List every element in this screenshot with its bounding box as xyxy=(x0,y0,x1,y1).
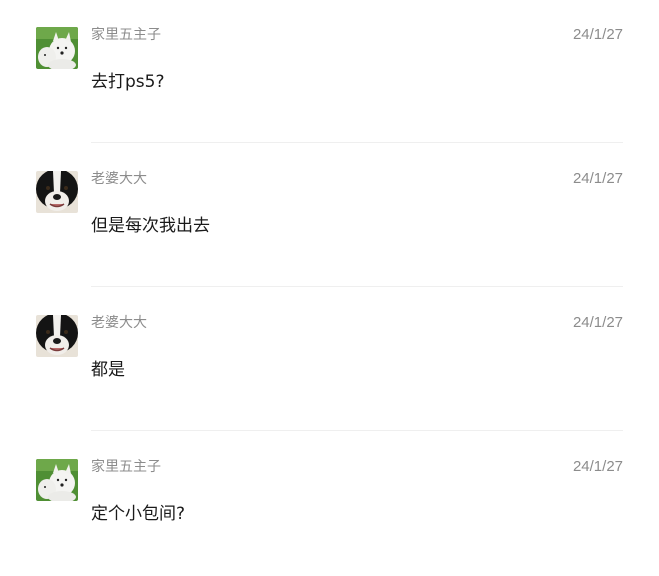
border-collie-icon xyxy=(36,171,78,213)
sender-name: 家里五主子 xyxy=(91,459,161,475)
divider xyxy=(91,430,623,431)
message-text: 去打ps5? xyxy=(91,72,165,92)
chat-message[interactable]: 老婆大大 24/1/27 都是 xyxy=(0,288,659,432)
message-timestamp: 24/1/27 xyxy=(572,314,623,331)
samoyed-dog-icon xyxy=(36,459,78,501)
divider xyxy=(91,286,623,287)
samoyed-dog-icon xyxy=(36,27,78,69)
chat-message[interactable]: 老婆大大 24/1/27 但是每次我出去 xyxy=(0,144,659,288)
divider xyxy=(91,142,623,143)
avatar[interactable] xyxy=(36,171,78,213)
message-timestamp: 24/1/27 xyxy=(572,458,623,475)
sender-name: 家里五主子 xyxy=(91,27,161,43)
message-timestamp: 24/1/27 xyxy=(572,26,623,43)
message-text: 定个小包间? xyxy=(91,504,186,524)
chat-message[interactable]: 家里五主子 24/1/27 定个小包间? xyxy=(0,432,659,576)
message-text: 都是 xyxy=(91,360,125,380)
border-collie-icon xyxy=(36,315,78,357)
avatar[interactable] xyxy=(36,27,78,69)
message-timestamp: 24/1/27 xyxy=(572,170,623,187)
chat-message[interactable]: 家里五主子 24/1/27 去打ps5? xyxy=(0,0,659,144)
message-text: 但是每次我出去 xyxy=(91,216,210,236)
sender-name: 老婆大大 xyxy=(91,171,147,187)
avatar[interactable] xyxy=(36,459,78,501)
avatar[interactable] xyxy=(36,315,78,357)
sender-name: 老婆大大 xyxy=(91,315,147,331)
